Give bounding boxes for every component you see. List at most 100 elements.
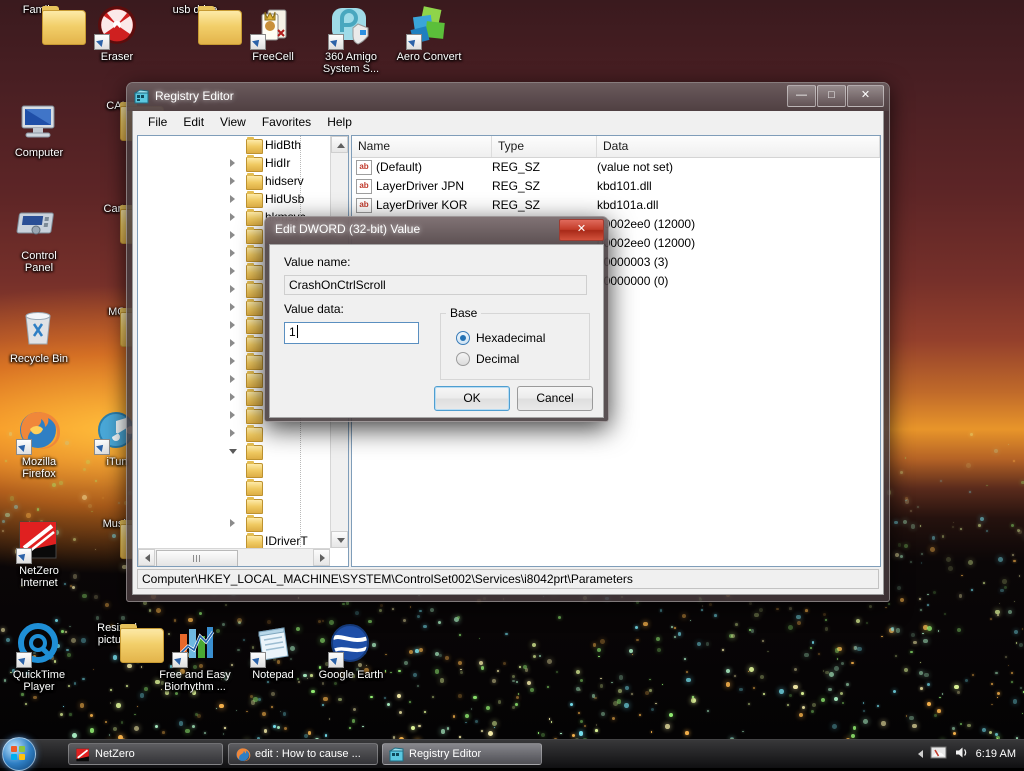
scroll-left-button[interactable]: [138, 549, 155, 566]
shortcut-overlay-icon: [16, 439, 32, 455]
tree-expander[interactable]: [229, 159, 238, 168]
window-controls[interactable]: — □ ✕: [787, 85, 884, 107]
table-row[interactable]: ab LayerDriver KOR REG_SZ kbd101a.dll: [352, 196, 880, 215]
tree-item[interactable]: HidUsb: [138, 190, 330, 208]
volume-icon[interactable]: [954, 745, 969, 763]
tree-expander[interactable]: [229, 393, 238, 402]
column-header-name[interactable]: Name: [352, 136, 492, 157]
tree-horizontal-scrollbar[interactable]: [138, 548, 330, 566]
tree-expander[interactable]: [229, 249, 238, 258]
desktop-icon[interactable]: Computer: [0, 100, 78, 159]
radio-hexadecimal[interactable]: Hexadecimal: [456, 331, 545, 345]
scroll-up-button[interactable]: [331, 136, 348, 153]
value-data-input[interactable]: 1: [284, 322, 419, 344]
desktop-icon[interactable]: usb drive: [156, 4, 234, 16]
dialog-body: Value name: CrashOnCtrlScroll Value data…: [269, 244, 604, 418]
folder-icon: [246, 391, 263, 406]
desktop-icon[interactable]: Free and Easy Biorhythm ...: [156, 622, 234, 693]
desktop-icon[interactable]: NetZero Internet: [0, 518, 78, 589]
scroll-right-button[interactable]: [313, 549, 330, 566]
dialog-titlebar[interactable]: Edit DWORD (32-bit) Value ✕: [265, 217, 608, 244]
show-hidden-icons-icon[interactable]: [918, 750, 923, 758]
menu-item-edit[interactable]: Edit: [176, 113, 211, 131]
registry-editor-titlebar[interactable]: Registry Editor — □ ✕: [127, 83, 889, 111]
menu-item-favorites[interactable]: Favorites: [255, 113, 318, 131]
cancel-button[interactable]: Cancel: [517, 386, 593, 411]
table-row[interactable]: ab LayerDriver JPN REG_SZ kbd101.dll: [352, 177, 880, 196]
tree-expander[interactable]: [229, 429, 238, 438]
tree-item[interactable]: hidserv: [138, 172, 330, 190]
taskbar-button[interactable]: edit : How to cause ...: [228, 743, 378, 765]
desktop-icon[interactable]: Resized pictures: [78, 622, 156, 646]
close-button[interactable]: ✕: [847, 85, 884, 107]
shortcut-overlay-icon: [250, 34, 266, 50]
tree-item[interactable]: IDriverT: [138, 532, 330, 548]
notepad-icon: [250, 657, 296, 669]
tree-expander[interactable]: [229, 519, 238, 528]
taskbar-button[interactable]: NetZero: [68, 743, 223, 765]
tree-expander[interactable]: [229, 267, 238, 276]
desktop-icon[interactable]: Google Earth: [312, 622, 390, 681]
tree-expander[interactable]: [229, 285, 238, 294]
tree-expander[interactable]: [229, 195, 238, 204]
network-meter-icon[interactable]: [930, 745, 947, 763]
edit-dword-dialog[interactable]: Edit DWORD (32-bit) Value ✕ Value name: …: [264, 216, 609, 422]
desktop-icon[interactable]: Family: [0, 4, 78, 16]
menu-item-help[interactable]: Help: [320, 113, 359, 131]
desktop-icon[interactable]: Mozilla Firefox: [0, 409, 78, 480]
dialog-close-button[interactable]: ✕: [559, 219, 604, 241]
minimize-button[interactable]: —: [787, 85, 816, 107]
horizontal-scroll-thumb[interactable]: [156, 550, 238, 567]
value-type-cell: REG_SZ: [492, 196, 597, 215]
menu-item-view[interactable]: View: [213, 113, 253, 131]
tree-expander[interactable]: [229, 303, 238, 312]
ok-button[interactable]: OK: [434, 386, 510, 411]
desktop-icon[interactable]: Aero Convert: [390, 4, 468, 63]
tree-expander[interactable]: [229, 231, 238, 240]
tree-expander[interactable]: [229, 339, 238, 348]
desktop-icon[interactable]: Control Panel: [0, 203, 78, 274]
desktop-icon[interactable]: FreeCell: [234, 4, 312, 63]
desktop-icon[interactable]: Recycle Bin: [0, 306, 78, 365]
tree-expander[interactable]: [229, 375, 238, 384]
taskbar[interactable]: NetZero edit : How to cause ... Registry E…: [0, 739, 1024, 768]
tree-item[interactable]: [138, 460, 330, 478]
radio-decimal-indicator: [456, 352, 470, 366]
system-tray[interactable]: 6:19 AM: [918, 740, 1020, 768]
tree-item[interactable]: HidIr: [138, 154, 330, 172]
tree-expander[interactable]: [229, 411, 238, 420]
tree-expander-open[interactable]: [229, 447, 238, 456]
desktop-icon[interactable]: QuickTime Player: [0, 622, 78, 693]
tree-item[interactable]: HidBth: [138, 136, 330, 154]
tree-item[interactable]: [138, 496, 330, 514]
tree-expander[interactable]: [229, 213, 238, 222]
clock[interactable]: 6:19 AM: [976, 748, 1020, 760]
tree-item[interactable]: [138, 478, 330, 496]
column-header-type[interactable]: Type: [492, 136, 597, 157]
maximize-button[interactable]: □: [817, 85, 846, 107]
desktop-icon[interactable]: Eraser: [78, 4, 156, 63]
tree-expander[interactable]: [229, 177, 238, 186]
tree-expander[interactable]: [229, 321, 238, 330]
taskbar-button-label: Registry Editor: [409, 748, 481, 760]
value-name-field[interactable]: CrashOnCtrlScroll: [284, 275, 587, 295]
value-list-header[interactable]: Name Type Data: [352, 136, 880, 158]
desktop-icon-label: Google Earth: [312, 669, 390, 681]
scroll-down-button[interactable]: [331, 531, 348, 548]
tree-item[interactable]: [138, 514, 330, 532]
shortcut-overlay-icon: [16, 652, 32, 668]
base-group-box: [440, 313, 590, 380]
tree-expander[interactable]: [229, 357, 238, 366]
menu-bar[interactable]: File Edit View Favorites Help: [133, 111, 883, 132]
shortcut-overlay-icon: [250, 652, 266, 668]
tree-item[interactable]: [138, 424, 330, 442]
tree-item[interactable]: [138, 442, 330, 460]
desktop-icon[interactable]: 360 Amigo System S...: [312, 4, 390, 75]
table-row[interactable]: ab (Default) REG_SZ (value not set): [352, 158, 880, 177]
desktop-icon[interactable]: Notepad: [234, 622, 312, 681]
column-header-data[interactable]: Data: [597, 136, 880, 157]
menu-item-file[interactable]: File: [141, 113, 174, 131]
start-button[interactable]: [2, 737, 36, 771]
radio-decimal[interactable]: Decimal: [456, 352, 519, 366]
taskbar-button[interactable]: Registry Editor: [382, 743, 542, 765]
